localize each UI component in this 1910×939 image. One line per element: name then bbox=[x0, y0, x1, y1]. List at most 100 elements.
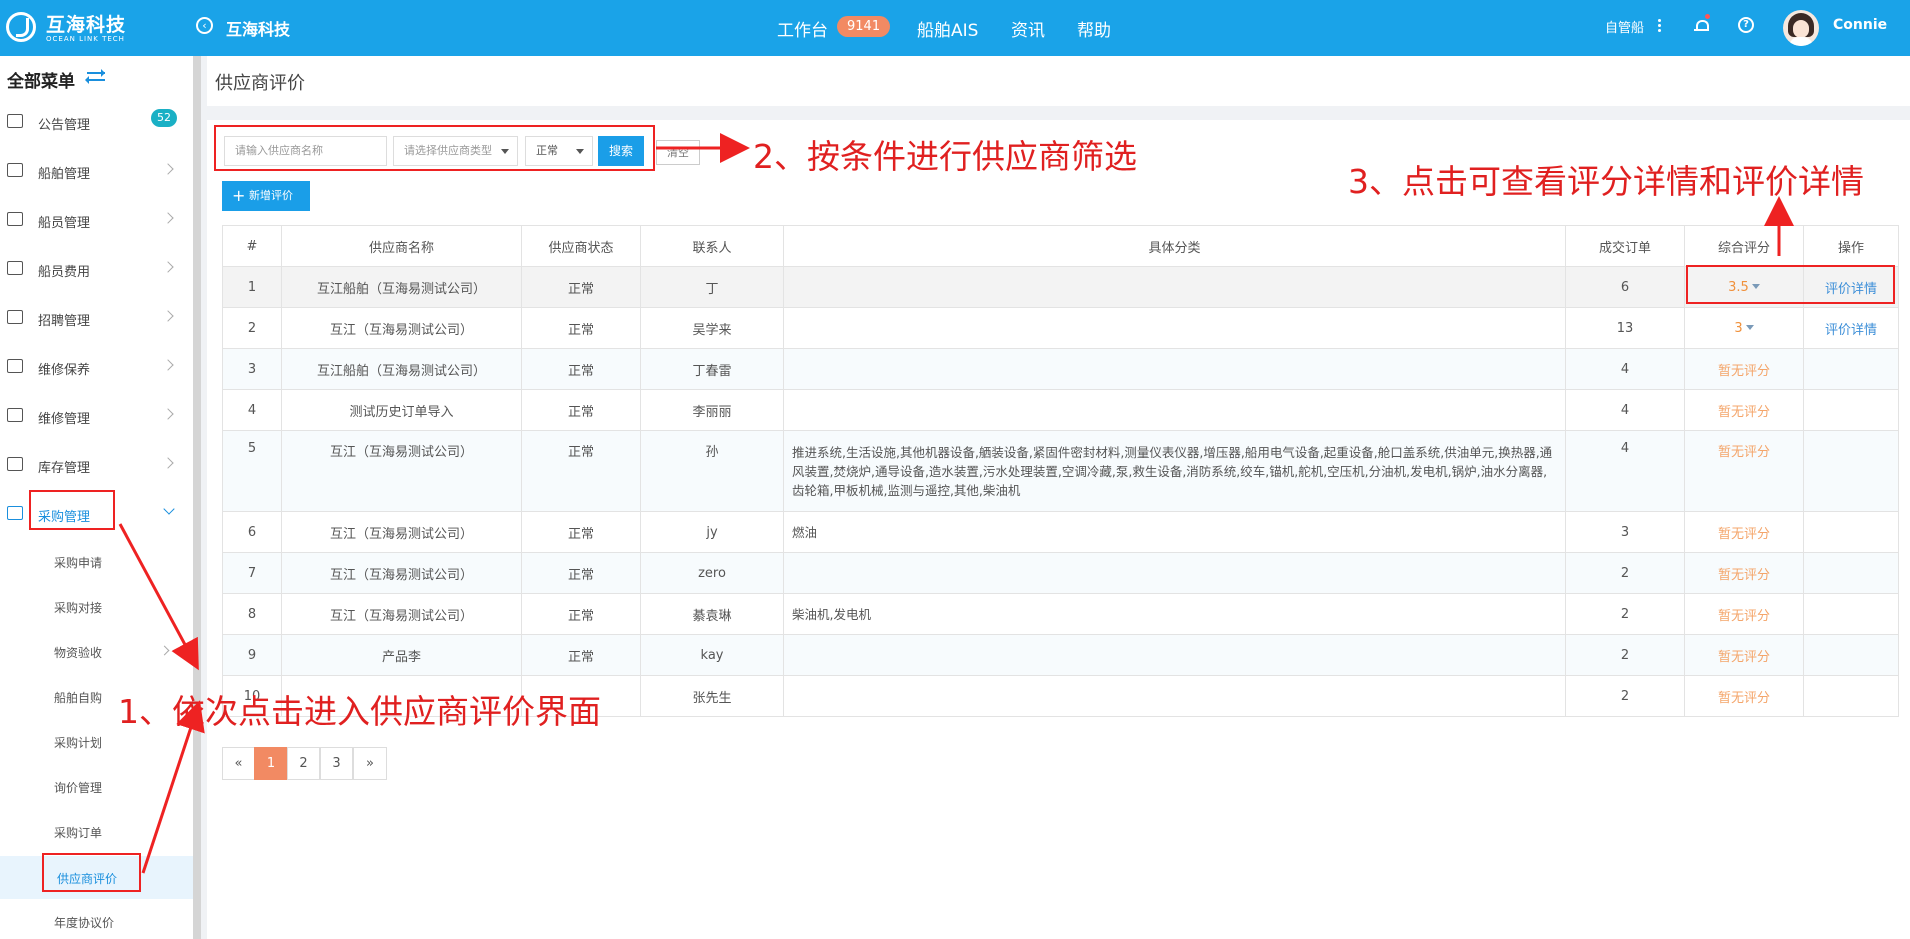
cell-col-action bbox=[1803, 430, 1899, 512]
annotation-box-filter bbox=[214, 125, 655, 171]
sub-item-label: 物资验收 bbox=[54, 646, 103, 660]
anchor-icon bbox=[7, 163, 23, 177]
clear-button[interactable]: 清空 bbox=[656, 140, 700, 165]
title-bar bbox=[207, 56, 1910, 106]
sub-item-label: 采购计划 bbox=[54, 736, 103, 750]
sub-item-label: 年度协议价 bbox=[54, 916, 115, 930]
sidebar-item-label: 船舶管理 bbox=[38, 167, 91, 182]
help-icon[interactable]: ? bbox=[1738, 17, 1754, 33]
chevron-right-icon bbox=[162, 163, 174, 175]
cell-col-name: 产品李 bbox=[281, 634, 522, 676]
annotation-step3: 3、点击可查看评分详情和评价详情 bbox=[1348, 162, 1864, 201]
table-row[interactable]: 2 互江（互海易测试公司） 正常 吴学来 13 3 评价详情 bbox=[222, 307, 1899, 349]
add-evaluation-button[interactable]: + 新增评价 bbox=[222, 181, 310, 211]
sub-item-label: 船舶自购 bbox=[54, 691, 103, 705]
table-row[interactable]: 7 互江（互海易测试公司） 正常 zero 2 暂无评分 bbox=[222, 552, 1899, 594]
cell-col-orders: 4 bbox=[1565, 348, 1685, 390]
home-icon bbox=[7, 457, 23, 471]
evaluation-detail-link[interactable]: 评价详情 bbox=[1825, 323, 1877, 338]
book-icon bbox=[7, 114, 23, 128]
table-row[interactable]: 3 互江船舶（互海易测试公司） 正常 丁春雷 4 暂无评分 bbox=[222, 348, 1899, 390]
brand-logo[interactable]: 互海科技 OCEAN LINK TECH bbox=[6, 8, 156, 48]
annotation-step2: 2、按条件进行供应商筛选 bbox=[753, 137, 1137, 176]
bell-icon[interactable] bbox=[1694, 18, 1709, 34]
cell-col-status: 正常 bbox=[521, 266, 641, 308]
avatar[interactable] bbox=[1783, 10, 1819, 46]
cell-col-status: 正常 bbox=[521, 348, 641, 390]
sidebar-item-label: 维修管理 bbox=[38, 412, 91, 427]
cell-col-contact: 吴学来 bbox=[640, 307, 784, 349]
table-row[interactable]: 5 互江（互海易测试公司） 正常孙推进系统,生活设施,其他机器设备,舾装设备,紧固件… bbox=[222, 430, 1899, 512]
chevron-down-icon bbox=[163, 503, 175, 515]
sub-item-label: 询价管理 bbox=[54, 781, 103, 795]
cell-col-no: 9 bbox=[222, 634, 282, 676]
cell-col-name: 测试历史订单导入 bbox=[281, 389, 522, 431]
cell-col-score: 暂无评分 bbox=[1684, 634, 1804, 676]
menu-title: 全部菜单 bbox=[7, 72, 75, 92]
cell-col-score: 暂无评分 bbox=[1684, 348, 1804, 390]
table-row[interactable]: 9 产品李 正常 kay 2 暂无评分 bbox=[222, 634, 1899, 676]
person-icon bbox=[7, 212, 23, 226]
sidebar-item-crew-cost[interactable]: 船员费用 bbox=[0, 249, 193, 289]
cell-col-orders: 2 bbox=[1565, 634, 1685, 676]
page-next[interactable]: » bbox=[353, 747, 387, 780]
user-name[interactable]: Connie bbox=[1833, 17, 1887, 33]
sub-item-purchase-request[interactable]: 采购申请 bbox=[0, 542, 193, 582]
sub-item-inquiry[interactable]: 询价管理 bbox=[0, 767, 193, 807]
no-score-label: 暂无评分 bbox=[1718, 568, 1770, 583]
cell-col-contact: 丁 bbox=[640, 266, 784, 308]
notification-dot bbox=[1705, 14, 1710, 19]
table-row[interactable]: 1 互江船舶（互海易测试公司） 正常丁 6 3.5 评价详情 bbox=[222, 266, 1899, 308]
cell-col-action bbox=[1803, 552, 1899, 594]
cell-col-action: 评价详情 bbox=[1803, 307, 1899, 349]
sub-item-purchase-dock[interactable]: 采购对接 bbox=[0, 587, 193, 627]
mode-switch[interactable]: 自管船 bbox=[1605, 17, 1644, 36]
swap-icon[interactable] bbox=[85, 68, 107, 84]
cell-col-no: 3 bbox=[222, 348, 282, 390]
cell-col-no: 2 bbox=[222, 307, 282, 349]
sidebar-item-inventory[interactable]: 库存管理 bbox=[0, 445, 193, 485]
cell-col-no: 6 bbox=[222, 511, 282, 553]
sidebar-item-crew[interactable]: 船员管理 bbox=[0, 200, 193, 240]
cell-col-action bbox=[1803, 675, 1899, 717]
cell-col-orders: 3 bbox=[1565, 511, 1685, 553]
cell-col-contact: 丁春雷 bbox=[640, 348, 784, 390]
cell-col-no: 7 bbox=[222, 552, 282, 594]
page-prev[interactable]: « bbox=[222, 747, 255, 780]
no-score-label: 暂无评分 bbox=[1718, 527, 1770, 542]
wallet-icon bbox=[7, 261, 23, 275]
cell-col-action bbox=[1803, 348, 1899, 390]
score-value: 暂无评分 bbox=[1717, 404, 1770, 420]
sidebar-item-label: 船员费用 bbox=[38, 265, 91, 280]
cell-col-name: 互江（互海易测试公司） bbox=[281, 552, 522, 594]
table-row[interactable]: 8 互江（互海易测试公司） 正常 綦袁琳 柴油机,发电机 2 暂无评分 bbox=[222, 593, 1899, 635]
table-row[interactable]: 6 互江（互海易测试公司） 正常 jy 燃油 3 暂无评分 bbox=[222, 511, 1899, 553]
page-1[interactable]: 1 bbox=[254, 747, 288, 780]
sub-item-annual-price[interactable]: 年度协议价 bbox=[0, 902, 193, 939]
more-icon[interactable] bbox=[1658, 19, 1661, 33]
sub-item-order[interactable]: 采购订单 bbox=[0, 812, 193, 852]
table-row[interactable]: 4 测试历史订单导入 正常 李丽丽 4 暂无评分 bbox=[222, 389, 1899, 431]
sidebar-item-repair[interactable]: 维修管理 bbox=[0, 396, 193, 436]
sidebar-item-recruit[interactable]: 招聘管理 bbox=[0, 298, 193, 338]
back-icon[interactable]: ‹ bbox=[196, 17, 213, 34]
sub-item-acceptance[interactable]: 物资验收 bbox=[0, 632, 193, 672]
sidebar-scrollbar[interactable] bbox=[193, 56, 201, 939]
cell-col-score: 暂无评分 bbox=[1684, 430, 1804, 512]
person-icon bbox=[7, 310, 23, 324]
sidebar-item-ships[interactable]: 船舶管理 bbox=[0, 151, 193, 191]
score-value: 暂无评分 bbox=[1717, 526, 1770, 542]
score-value: 暂无评分 bbox=[1717, 363, 1770, 379]
sidebar-item-maintenance[interactable]: 维修保养 bbox=[0, 347, 193, 387]
score-dropdown[interactable]: 3 bbox=[1734, 321, 1754, 336]
cell-col-orders: 2 bbox=[1565, 675, 1685, 717]
annotation-step1: 1、依次点击进入供应商评价界面 bbox=[118, 692, 601, 731]
notice-badge: 52 bbox=[151, 109, 177, 127]
nav-workbench[interactable]: 工作台 bbox=[777, 16, 828, 41]
nav-ship-ais[interactable]: 船舶AIS bbox=[917, 16, 978, 41]
cell-col-category bbox=[783, 389, 1566, 431]
page-3[interactable]: 3 bbox=[320, 747, 353, 780]
nav-news[interactable]: 资讯 bbox=[1011, 16, 1045, 41]
page-2[interactable]: 2 bbox=[287, 747, 320, 780]
nav-help[interactable]: 帮助 bbox=[1077, 16, 1111, 41]
